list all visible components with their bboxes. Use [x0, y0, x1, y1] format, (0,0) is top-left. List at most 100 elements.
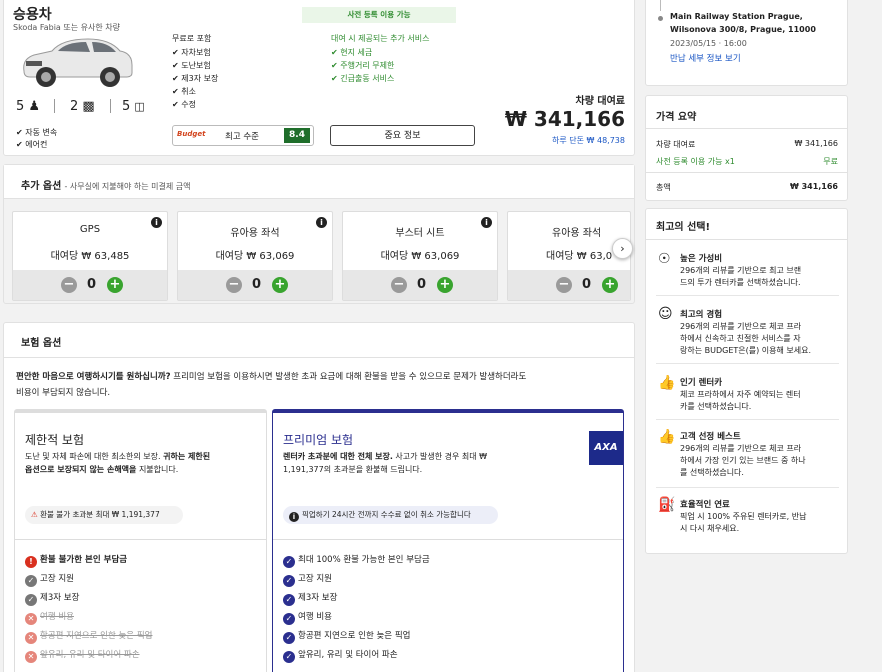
- addon-name: 부스터 시트: [395, 228, 445, 239]
- rating-score: 8.4: [284, 128, 310, 143]
- divider: [646, 172, 847, 173]
- check-icon: ✔: [172, 48, 179, 57]
- divider: [656, 363, 839, 364]
- increment-button[interactable]: +: [107, 277, 123, 293]
- best-choice-item-title: 인기 렌터카: [680, 378, 723, 388]
- best-choice-item-text: 랑하는 BUDGET은(를) 이용해 보세요.: [680, 346, 812, 355]
- divider: [110, 99, 111, 113]
- addon-name: 유아용 좌석: [552, 228, 602, 239]
- person-badge-icon: ☺: [658, 306, 673, 322]
- check-icon: ✓: [25, 575, 37, 587]
- check-icon: ✓: [283, 651, 295, 663]
- thumbs-up-icon: 👍: [658, 375, 676, 391]
- advance-registration-badge: 사전 등록 이용 가능: [302, 7, 456, 23]
- warning-icon: ⚠: [31, 510, 38, 519]
- decrement-button[interactable]: −: [61, 277, 77, 293]
- addons-subtitle: - 사무실에 지불해야 하는 미결제 금액: [64, 182, 191, 191]
- addon-stepper-bar: − 0 +: [13, 270, 167, 300]
- included-item: ✔ 취소: [172, 87, 196, 96]
- extras-item: ✔ 주행거리 무제한: [331, 61, 395, 70]
- car-image: [23, 38, 133, 87]
- return-location-line2: Wilsonova 300/8, Prague, 11000: [670, 25, 816, 34]
- addon-card-booster-seat: i 부스터 시트 대여당 ₩ 63,069 − 0 +: [342, 211, 498, 301]
- limited-insurance-option[interactable]: 제한적 보험 도난 및 자체 파손에 대한 최소한의 보장. 귀하는 제한된 옵…: [14, 409, 267, 672]
- addon-price: 대여당 ₩ 63,069: [215, 251, 295, 262]
- decrement-button[interactable]: −: [391, 277, 407, 293]
- best-choice-item-text: 카를 선택하셨습니다.: [680, 402, 752, 411]
- exclamation-icon: !: [25, 556, 37, 568]
- coverage-item: ✓ 앞유리, 유리 및 타이어 파손: [283, 648, 398, 663]
- addon-price: 대여당 ₩ 63,069: [380, 251, 460, 262]
- total-label: 총액: [656, 183, 671, 192]
- best-choice-item-title: 최고의 경험: [680, 310, 723, 320]
- increment-button[interactable]: +: [602, 277, 618, 293]
- coverage-item: ✕ 여행 비용: [25, 610, 74, 625]
- increment-button[interactable]: +: [437, 277, 453, 293]
- premium-desc-line1: 렌터카 초과분에 대한 전체 보장. 사고가 발생한 경우 최대 ₩: [283, 452, 488, 461]
- check-icon: ✔: [331, 61, 338, 70]
- best-choice-item-title: 효율적인 연료: [680, 500, 730, 510]
- cross-icon: ✕: [25, 632, 37, 644]
- divider: [656, 295, 839, 296]
- increment-button[interactable]: +: [272, 277, 288, 293]
- check-icon: ✔: [16, 128, 23, 137]
- coverage-item: ✓ 제3자 보장: [283, 591, 337, 606]
- check-icon: ✔: [331, 74, 338, 83]
- divider: [273, 539, 623, 540]
- best-choice-item-title: 고객 선정 베스트: [680, 432, 741, 442]
- coverage-item: ✓ 고장 지원: [25, 572, 74, 587]
- seats-spec: 5 ♟: [16, 99, 40, 114]
- limited-title: 제한적 보험: [25, 433, 85, 447]
- best-choice-card: 최고의 선택! ☉ 높은 가성비 296개의 리뷰를 기반으로 최고 브랜 드의…: [645, 208, 848, 554]
- carousel-next-button[interactable]: ›: [612, 238, 633, 259]
- best-choice-item-text: 픽업 시 100% 주유된 렌터카로, 반납: [680, 512, 807, 521]
- premium-insurance-option[interactable]: 프리미엄 보험 AXA 렌터카 초과분에 대한 전체 보장. 사고가 발생한 경…: [272, 409, 624, 672]
- check-icon: ✓: [283, 575, 295, 587]
- limited-desc-line1: 도난 및 자체 파손에 대한 최소한의 보장. 귀하는 제한된: [25, 452, 211, 461]
- addons-title-row: 추가 옵션 - 사무실에 지불해야 하는 미결제 금액: [21, 177, 191, 192]
- addon-price: 대여당 ₩ 63,485: [50, 251, 130, 262]
- decrement-button[interactable]: −: [226, 277, 242, 293]
- info-icon: i: [289, 512, 299, 522]
- best-choice-item-text: 시 다시 채우세요.: [680, 524, 740, 533]
- included-title: 무료로 포함: [172, 34, 212, 43]
- bags-spec: 2 ▩: [70, 99, 95, 114]
- decrement-button[interactable]: −: [556, 277, 572, 293]
- important-info-button[interactable]: 중요 정보: [330, 125, 475, 146]
- check-icon: ✔: [172, 100, 179, 109]
- addon-quantity: 0: [582, 277, 592, 292]
- best-choice-item-text: 를 선택하셨습니다.: [680, 468, 744, 477]
- addon-quantity: 0: [87, 277, 97, 292]
- medal-icon: ☉: [658, 251, 671, 267]
- insurance-title: 보험 옵션: [21, 338, 62, 349]
- return-location-line1: Main Railway Station Prague,: [670, 12, 803, 21]
- car-offer-card: 승용차 Skoda Fabia 또는 유사한 차량 5 ♟ 2 ▩ 5 ◫ ✔ …: [3, 0, 635, 156]
- supplier-rating[interactable]: Budget 최고 수준 8.4: [172, 125, 314, 146]
- price-label: 차량 대여료: [575, 96, 625, 107]
- car-door-icon: ◫: [134, 100, 145, 113]
- included-item: ✔ 수정: [172, 100, 196, 109]
- best-choice-item-title: 높은 가성비: [680, 254, 723, 264]
- per-day-price: 하루 단돈 ₩ 48,738: [552, 136, 625, 145]
- addon-stepper-bar: − 0 +: [343, 270, 497, 300]
- doors-spec: 5 ◫: [122, 99, 145, 114]
- addon-card-infant-seat-2: 유아용 좌석 대여당 ₩ 63,0 − 0 +: [507, 211, 631, 301]
- divider: [15, 539, 266, 540]
- doors-count: 5: [122, 99, 131, 114]
- best-choice-item-text: 296개의 리뷰를 기반으로 체코 프라: [680, 322, 802, 331]
- best-choice-item-text: 하에서 가장 인기 있는 브랜드 중 하나: [680, 456, 806, 465]
- cross-icon: ✕: [25, 651, 37, 663]
- coverage-item: ✓ 최대 100% 환불 가능한 본인 부담금: [283, 553, 430, 568]
- return-details-link[interactable]: 반납 세부 정보 보기: [670, 52, 741, 64]
- insurance-intro-line2: 비용이 부담되지 않습니다.: [16, 388, 111, 398]
- addon-quantity: 0: [417, 277, 427, 292]
- suitcase-icon: ▩: [82, 99, 95, 114]
- price-summary-card: 가격 요약 차량 대여료 ₩ 341,166 사전 등록 이용 가능 x1 무료…: [645, 95, 848, 201]
- excess-warning-badge: ⚠ 환불 불가 초과분 최대 ₩ 1,191,377: [25, 506, 183, 524]
- included-item: ✔ 도난보험: [172, 61, 211, 70]
- addon-name: 유아용 좌석: [230, 228, 280, 239]
- best-choice-item-text: 296개의 리뷰를 기반으로 최고 브랜: [680, 266, 802, 275]
- timeline-line: [660, 0, 661, 11]
- addons-section: 추가 옵션 - 사무실에 지불해야 하는 미결제 금액 i GPS 대여당 ₩ …: [3, 164, 635, 304]
- thumbs-up-icon: 👍: [658, 429, 676, 445]
